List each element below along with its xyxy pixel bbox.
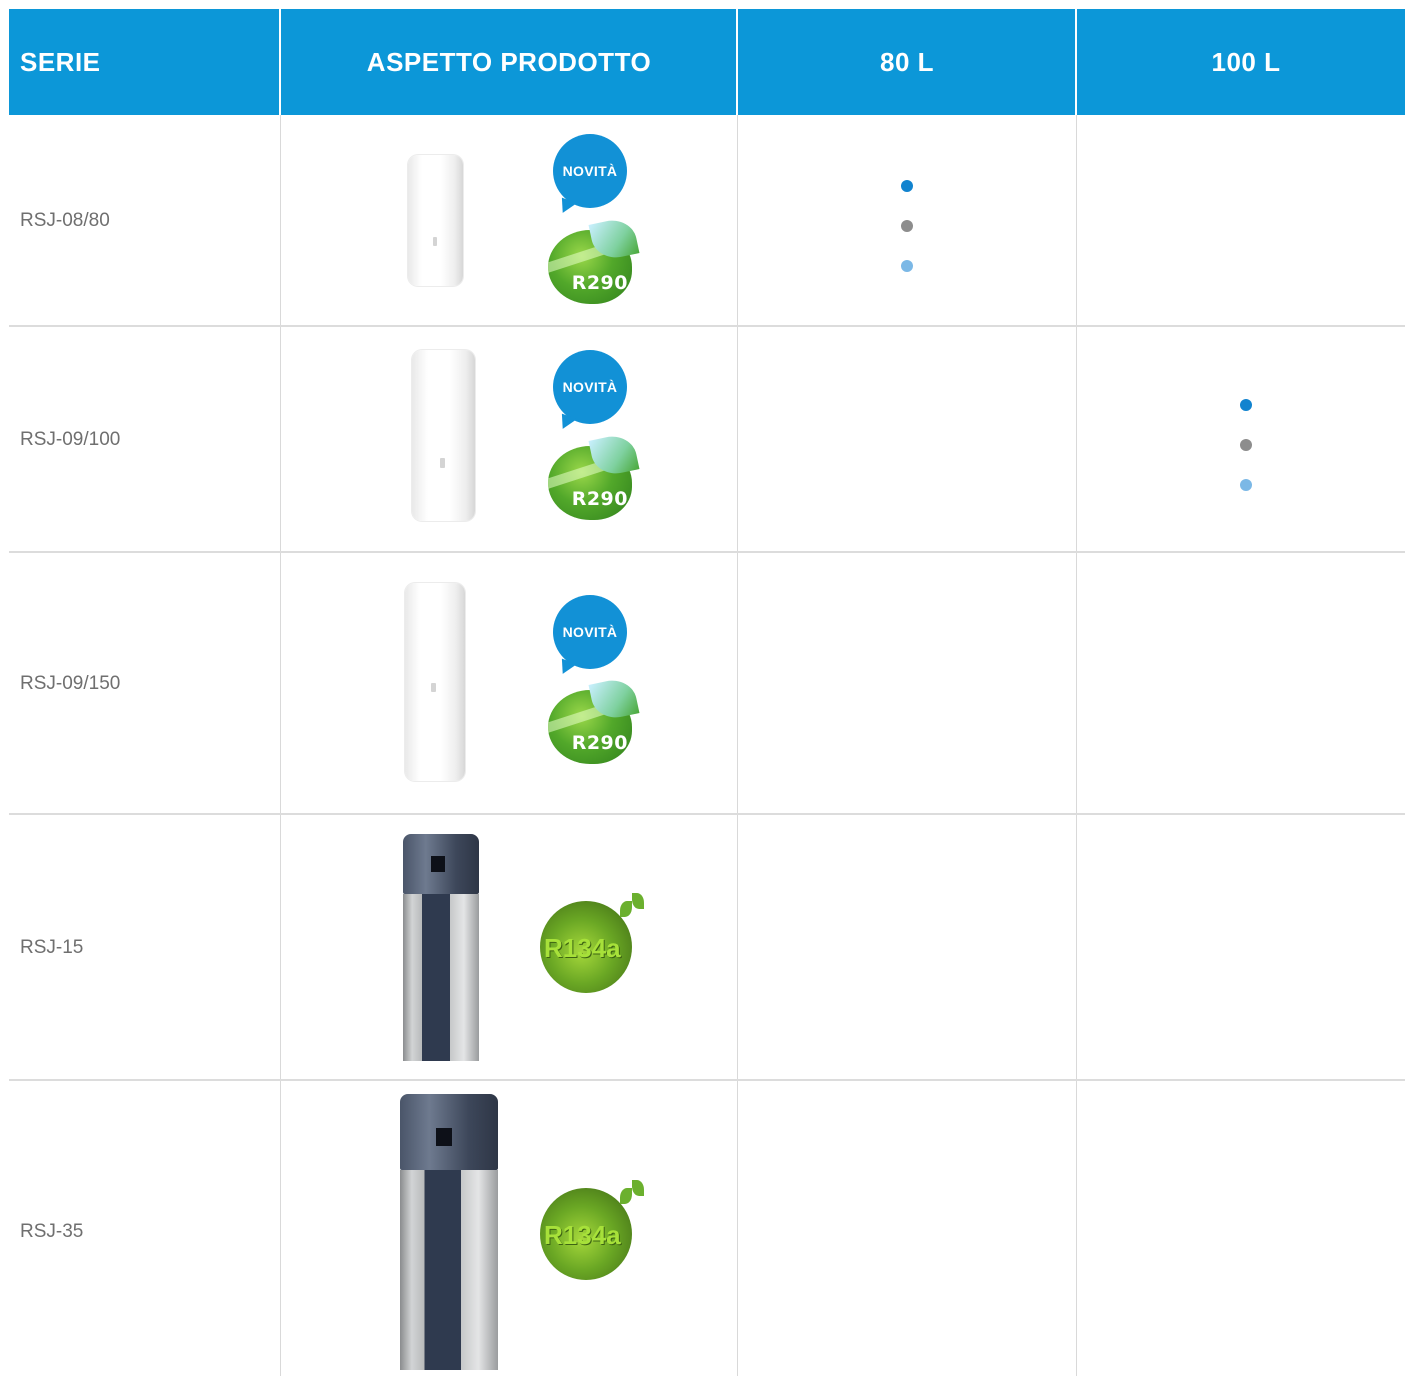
- column-divider: [280, 115, 281, 1376]
- refrigerant-label: R134a: [544, 1220, 621, 1250]
- refrigerant-label: R290: [571, 732, 628, 754]
- row-divider: [9, 813, 1405, 815]
- novita-badge: NOVITÀ: [553, 350, 627, 424]
- row-divider: [9, 325, 1405, 327]
- novita-badge: NOVITÀ: [553, 134, 627, 208]
- availability-dot-gray: [1240, 439, 1252, 451]
- availability-dot-gray: [901, 220, 913, 232]
- r290-leaf-icon: R290: [548, 431, 640, 520]
- steel-tank-icon: [400, 1094, 498, 1370]
- availability-dot-light-blue: [1240, 479, 1252, 491]
- header-100l: 100 L: [1211, 46, 1281, 77]
- serie-label: RSJ-08/80: [20, 210, 110, 231]
- white-tank-icon: [408, 155, 463, 286]
- serie-label: RSJ-15: [20, 937, 84, 958]
- serie-label: RSJ-09/150: [20, 673, 121, 694]
- availability-dot-blue: [901, 180, 913, 192]
- sprout-icon: [620, 893, 648, 919]
- r290-leaf-icon: R290: [548, 675, 640, 764]
- row-divider: [9, 1079, 1405, 1081]
- availability-dot-blue: [1240, 399, 1252, 411]
- refrigerant-label: R290: [571, 488, 628, 510]
- header-aspetto-prodotto: ASPETTO PRODOTTO: [366, 46, 652, 77]
- availability-dot-light-blue: [901, 260, 913, 272]
- table-header: SERIE ASPETTO PRODOTTO 80 L 100 L: [9, 9, 1405, 115]
- novita-badge: NOVITÀ: [553, 595, 627, 669]
- r134a-globe-icon: R134a: [540, 893, 650, 993]
- white-tank-icon: [412, 350, 475, 521]
- white-tank-icon: [405, 583, 465, 781]
- column-divider: [737, 115, 738, 1376]
- header-serie: SERIE: [20, 46, 101, 77]
- r290-leaf-icon: R290: [548, 215, 640, 304]
- serie-label: RSJ-09/100: [20, 429, 121, 450]
- serie-label: RSJ-35: [20, 1221, 84, 1242]
- sprout-icon: [620, 1180, 648, 1206]
- header-80l: 80 L: [879, 46, 935, 77]
- r134a-globe-icon: R134a: [540, 1180, 650, 1280]
- refrigerant-label: R290: [571, 272, 628, 294]
- column-divider: [1076, 115, 1077, 1376]
- steel-tank-icon: [403, 834, 479, 1061]
- row-divider: [9, 551, 1405, 553]
- refrigerant-label: R134a: [544, 933, 621, 963]
